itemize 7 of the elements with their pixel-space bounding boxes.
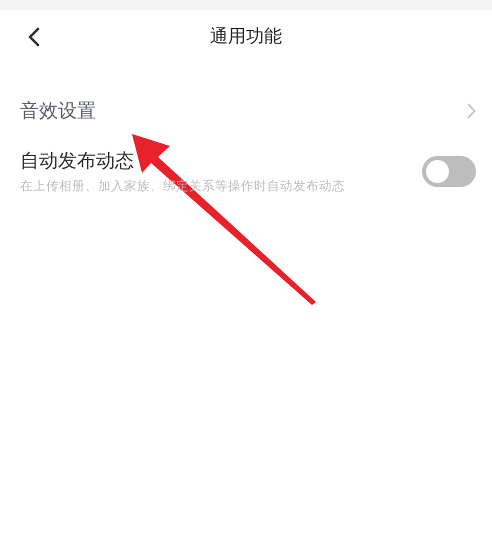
back-icon[interactable] — [28, 27, 40, 47]
toggle-switch[interactable] — [422, 156, 476, 187]
page-title: 通用功能 — [210, 25, 282, 48]
setting-description: 在上传相册、加入家族、绑定关系等操作时自动发布动态 — [20, 178, 345, 195]
chevron-right-icon[interactable] — [467, 103, 476, 119]
setting-label[interactable]: 音效设置 — [20, 98, 96, 124]
setting-label: 自动发布动态 — [20, 149, 135, 174]
